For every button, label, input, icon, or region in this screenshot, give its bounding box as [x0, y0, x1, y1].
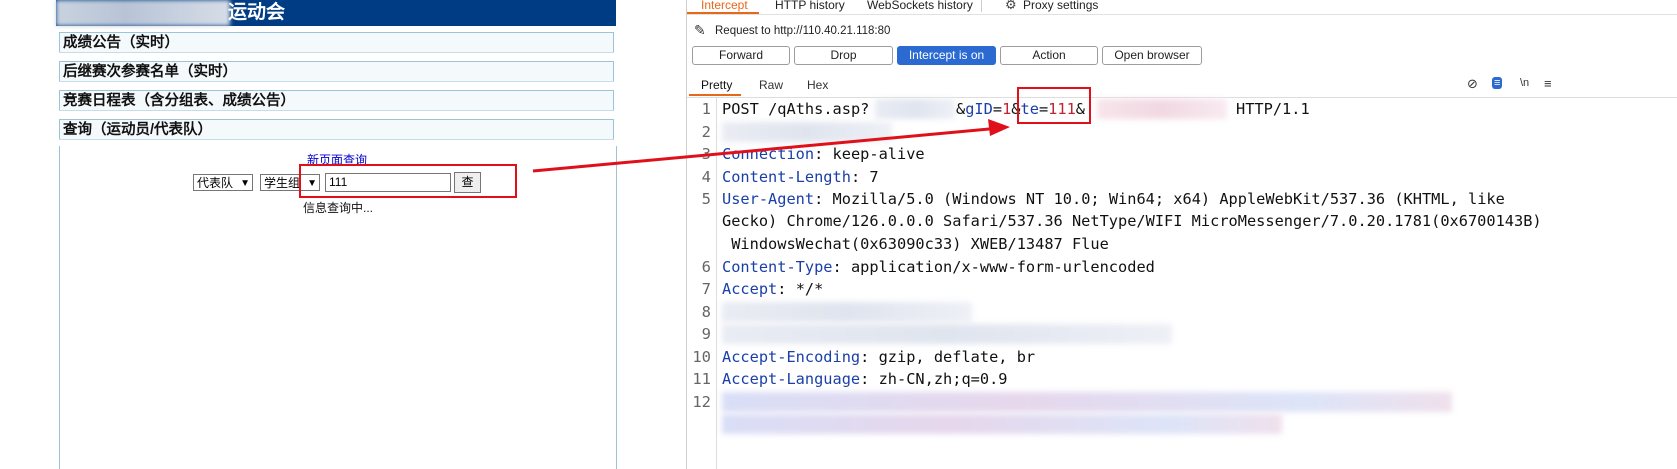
active-tab-underline: [687, 12, 759, 14]
tab-raw[interactable]: Raw: [759, 78, 783, 92]
pencil-icon: ✎: [694, 22, 706, 38]
request-editor[interactable]: 1 2 3 4 5 6 7 8 9 10 11 12 POST /qAths.a…: [687, 87, 1677, 469]
type-select-value: 代表队: [197, 176, 234, 190]
section-query[interactable]: 查询（运动员/代表队）: [59, 119, 614, 140]
line-number: 12: [692, 393, 711, 411]
header-accept-encoding: Accept-Encoding: gzip, deflate, br: [722, 348, 1036, 366]
chevron-down-icon: ▼: [240, 178, 250, 189]
proxy-tabs: Intercept HTTP history WebSockets histor…: [687, 0, 1677, 15]
header-content-type: Content-Type: application/x-www-form-url…: [722, 258, 1155, 276]
section-schedule[interactable]: 竞赛日程表（含分组表、成绩公告）: [59, 90, 614, 111]
status-text: 信息查询中...: [303, 201, 374, 215]
newline-icon[interactable]: \n: [1520, 77, 1529, 89]
tab-http-history[interactable]: HTTP history: [775, 0, 845, 12]
drop-button[interactable]: Drop: [794, 46, 893, 65]
line-number: 7: [701, 280, 711, 298]
tab-intercept[interactable]: Intercept: [701, 0, 748, 12]
line-gutter: 1 2 3 4 5 6 7 8 9 10 11 12: [687, 98, 717, 469]
banner-title: 运动会: [228, 2, 286, 23]
header-user-agent: User-Agent: Mozilla/5.0 (Windows NT 10.0…: [722, 190, 1505, 208]
request-to-label: Request to http://110.40.21.118:80: [715, 25, 891, 37]
request-line: POST /qAths.asp?: [722, 100, 869, 118]
highlight-box-input: [299, 164, 517, 198]
header-user-agent-cont: Gecko) Chrome/126.0.0.0 Safari/537.36 Ne…: [722, 212, 1542, 230]
line-number: 3: [701, 145, 711, 163]
proxy-panel: Intercept HTTP history WebSockets histor…: [686, 0, 1677, 469]
redacted-header: [722, 302, 972, 322]
header-content-length: Content-Length: 7: [722, 168, 879, 186]
tab-proxy-settings[interactable]: Proxy settings: [1023, 0, 1098, 12]
redacted-banner-text: [56, 0, 230, 26]
line-number: 5: [701, 190, 711, 208]
redacted-body: [722, 392, 1452, 412]
header-accept: Accept: */*: [722, 280, 824, 298]
page-banner: 运动会: [56, 0, 616, 26]
group-select-value: 学生组: [264, 176, 301, 190]
param-gid-key: gID: [965, 100, 993, 118]
redacted-param: [1097, 99, 1227, 119]
action-button[interactable]: Action: [1000, 46, 1098, 65]
line-number: 10: [692, 348, 711, 366]
wrap-icon[interactable]: ≡: [1492, 77, 1503, 89]
section-next-round[interactable]: 后继赛次参赛名单（实时）: [59, 61, 614, 82]
type-select[interactable]: 代表队 ▼: [193, 174, 253, 191]
line-number: 1: [701, 100, 711, 118]
highlight-box-param: [1017, 87, 1091, 124]
line-number: 6: [701, 258, 711, 276]
intercept-toggle-button[interactable]: Intercept is on: [897, 46, 996, 65]
eye-slash-icon[interactable]: ⊘: [1467, 76, 1478, 92]
line-number: 8: [701, 303, 711, 321]
sports-meet-page: 运动会 成绩公告（实时） 后继赛次参赛名单（实时） 竞赛日程表（含分组表、成绩公…: [0, 0, 670, 469]
menu-icon[interactable]: ≡: [1544, 76, 1552, 91]
header-connection: Connection: keep-alive: [722, 145, 925, 163]
http-method: POST: [722, 100, 759, 118]
tab-pretty[interactable]: Pretty: [701, 78, 732, 92]
forward-button[interactable]: Forward: [692, 46, 790, 65]
line-number: 11: [692, 370, 711, 388]
redacted-body: [722, 414, 1282, 434]
http-protocol: HTTP/1.1: [1236, 100, 1310, 118]
tab-divider: [981, 0, 982, 12]
section-results[interactable]: 成绩公告（实时）: [59, 32, 614, 53]
redacted-header: [722, 122, 892, 142]
tab-hex[interactable]: Hex: [807, 78, 828, 92]
tab-websockets-history[interactable]: WebSockets history: [867, 0, 973, 12]
redacted-param: [875, 99, 955, 119]
header-accept-language: Accept-Language: zh-CN,zh;q=0.9: [722, 370, 1008, 388]
header-user-agent-cont: WindowsWechat(0x63090c33) XWEB/13487 Flu…: [722, 235, 1109, 253]
redacted-header: [722, 324, 1172, 344]
open-browser-button[interactable]: Open browser: [1102, 46, 1202, 65]
line-number: 9: [701, 325, 711, 343]
line-number: 4: [701, 168, 711, 186]
gear-icon[interactable]: ⚙: [1005, 0, 1017, 13]
line-number: 2: [701, 123, 711, 141]
active-subtab-underline: [689, 94, 741, 96]
view-tabs: Pretty Raw Hex ⊘ ≡ \n ≡: [687, 73, 1677, 98]
request-path: /qAths.asp?: [768, 100, 870, 118]
param-gid-value: 1: [1002, 100, 1012, 118]
